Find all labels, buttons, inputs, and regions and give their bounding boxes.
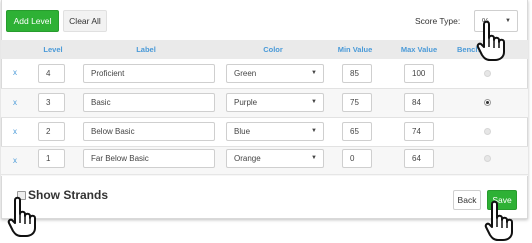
color-select-value: Green: [234, 69, 257, 78]
caret-down-icon: ▼: [311, 128, 317, 134]
table-row: x 1 Far Below Basic Orange ▼ 0 64: [1, 147, 528, 176]
hand-pointer-icon: [7, 196, 36, 237]
score-type-label: Score Type:: [415, 16, 461, 26]
hand-pointer-icon: [476, 20, 505, 61]
color-select[interactable]: Orange ▼: [226, 149, 324, 168]
min-value-input[interactable]: 0: [342, 149, 372, 168]
caret-down-icon: ▼: [311, 70, 317, 76]
table-row: x 4 Proficient Green ▼ 85 100: [1, 59, 528, 88]
show-strands-label: Show Strands: [28, 188, 109, 202]
remove-row-button[interactable]: x: [13, 156, 17, 165]
label-input[interactable]: Far Below Basic: [83, 149, 215, 168]
header-level: Level: [43, 45, 63, 54]
label-input[interactable]: Basic: [83, 93, 215, 112]
max-value-input[interactable]: 74: [404, 122, 434, 141]
level-input[interactable]: 1: [38, 149, 65, 168]
clear-all-button[interactable]: Clear All: [63, 10, 107, 32]
back-button[interactable]: Back: [453, 190, 481, 210]
level-input[interactable]: 2: [38, 122, 65, 141]
table-header: Level Label Color Min Value Max Value Be…: [1, 40, 528, 59]
min-value-input[interactable]: 65: [342, 122, 372, 141]
max-value-input[interactable]: 64: [404, 149, 434, 168]
hand-pointer-icon: [484, 200, 513, 241]
color-select-value: Purple: [234, 98, 258, 107]
header-min-value: Min Value: [337, 45, 373, 54]
label-input[interactable]: Below Basic: [83, 122, 215, 141]
footer-divider: [1, 174, 528, 175]
remove-row-button[interactable]: x: [13, 68, 17, 77]
benchmark-radio[interactable]: [484, 128, 491, 135]
color-select[interactable]: Blue ▼: [226, 122, 324, 141]
benchmark-radio-selected[interactable]: [484, 99, 491, 106]
color-select-value: Blue: [234, 127, 251, 136]
caret-down-icon: ▼: [311, 99, 317, 105]
max-value-input[interactable]: 100: [404, 64, 434, 83]
color-select[interactable]: Green ▼: [226, 64, 324, 83]
benchmark-radio[interactable]: [484, 70, 491, 77]
caret-down-icon: ▼: [311, 155, 317, 161]
header-label: Label: [136, 45, 156, 54]
level-input[interactable]: 4: [38, 64, 65, 83]
min-value-input[interactable]: 75: [342, 93, 372, 112]
add-level-button[interactable]: Add Level: [6, 10, 59, 32]
remove-row-button[interactable]: x: [13, 98, 17, 107]
header-max-value: Max Value: [400, 45, 438, 54]
table-row: x 3 Basic Purple ▼ 75 84: [1, 89, 528, 118]
level-input[interactable]: 3: [38, 93, 65, 112]
benchmark-radio[interactable]: [484, 155, 491, 162]
table-row: x 2 Below Basic Blue ▼ 65 74: [1, 118, 528, 147]
color-select[interactable]: Purple ▼: [226, 93, 324, 112]
color-select-value: Orange: [234, 154, 261, 163]
header-color: Color: [263, 45, 283, 54]
remove-row-button[interactable]: x: [13, 127, 17, 136]
min-value-input[interactable]: 85: [342, 64, 372, 83]
label-input[interactable]: Proficient: [83, 64, 215, 83]
max-value-input[interactable]: 84: [404, 93, 434, 112]
